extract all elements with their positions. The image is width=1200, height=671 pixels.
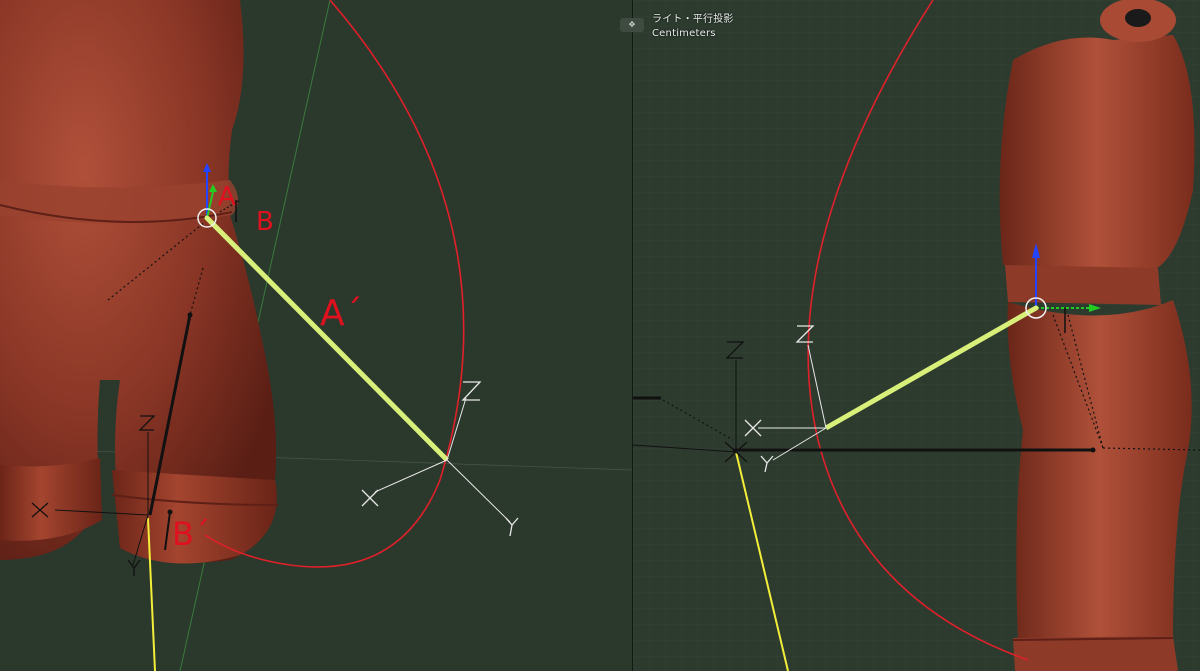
bone-lower-head[interactable] [187, 312, 193, 318]
viewport-left[interactable]: A B A´ B´ [0, 0, 632, 671]
move-icon[interactable]: ✥ [620, 18, 644, 32]
annotation-a: A [218, 182, 236, 212]
viewport-left-canvas[interactable]: A B A´ B´ [0, 0, 632, 671]
annotation-b: B [256, 207, 274, 237]
blender-workspace: A B A´ B´ ライト・平行投影 Centimeters ✥ [0, 0, 1200, 671]
bone-horizontal-tail[interactable] [1090, 447, 1096, 453]
empty-axes-white[interactable] [374, 397, 511, 523]
viewport-right-canvas[interactable] [633, 0, 1200, 671]
character-mesh-right[interactable] [999, 0, 1195, 671]
empty-axes-white-labels [361, 381, 519, 537]
annotation-a-prime: A´ [320, 293, 363, 334]
viewport-right[interactable]: ライト・平行投影 Centimeters [633, 0, 1200, 671]
annotation-b-prime: B´ [172, 515, 210, 553]
units-label: Centimeters [652, 28, 716, 39]
view-label: ライト・平行投影 [652, 14, 734, 25]
character-mesh-left[interactable] [0, 0, 279, 564]
